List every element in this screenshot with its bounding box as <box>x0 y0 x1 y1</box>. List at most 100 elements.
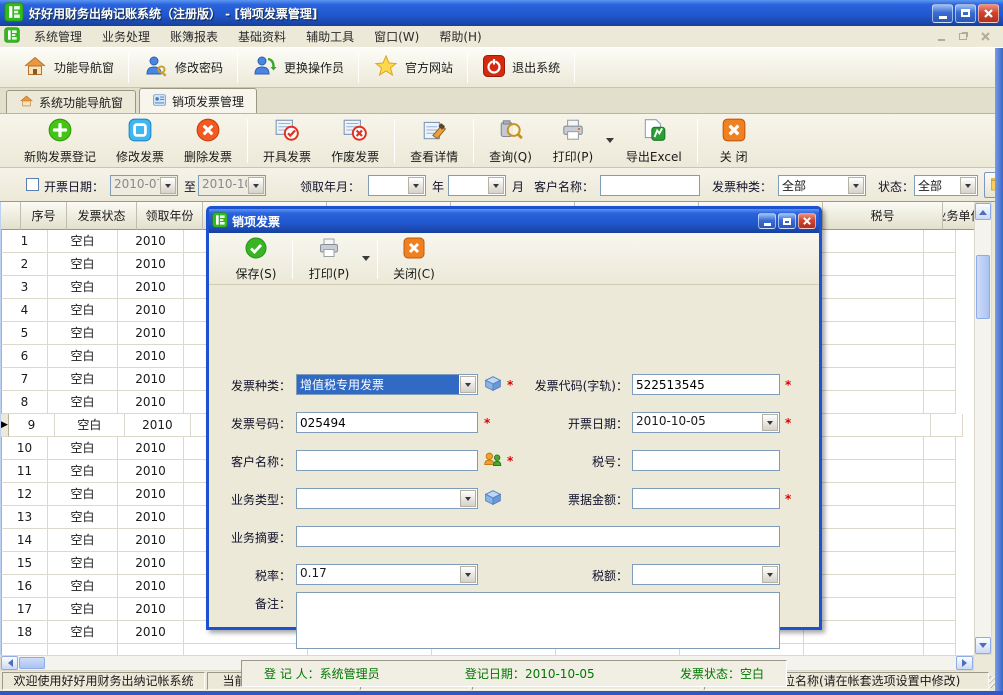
vertical-scrollbar[interactable] <box>974 202 992 655</box>
mdi-close-button[interactable] <box>977 30 993 44</box>
user-switch-icon <box>252 54 278 81</box>
date-to-select[interactable]: 2010-10-05 <box>198 175 266 196</box>
to-label: 至 <box>184 178 196 195</box>
scroll-up-button[interactable] <box>975 203 991 220</box>
month-label: 月 <box>512 178 524 195</box>
status-select[interactable]: 全部 <box>914 175 978 196</box>
year-label: 年 <box>432 178 444 195</box>
menu-base-data[interactable]: 基础资料 <box>228 26 296 48</box>
vertical-scroll-thumb[interactable] <box>976 255 990 319</box>
dialog-minimize-button[interactable] <box>758 213 776 229</box>
amount-input[interactable] <box>632 488 780 509</box>
scroll-left-button[interactable] <box>1 656 18 670</box>
switch-operator-button[interactable]: 更换操作员 <box>242 51 354 85</box>
biz-type-label: 业务类型： <box>209 491 291 508</box>
invoice-check-icon <box>273 117 301 146</box>
remark-label: 备注： <box>209 595 291 612</box>
nav-window-button[interactable]: 功能导航窗 <box>12 51 124 85</box>
window-title: 好好用财务出纳记账系统（注册版） - [销项发票管理] <box>29 5 317 22</box>
invoice-no-label: 发票号码： <box>209 415 291 432</box>
app-logo-icon <box>4 2 24 25</box>
close-orange-icon <box>402 236 426 263</box>
menu-system[interactable]: 系统管理 <box>24 26 92 48</box>
dialog-close-button[interactable] <box>798 213 816 229</box>
remark-textarea[interactable] <box>296 592 780 649</box>
menu-help[interactable]: 帮助(H) <box>429 26 491 48</box>
invoice-code-input[interactable] <box>632 374 780 395</box>
invoice-date-label: 开票日期： <box>44 178 104 195</box>
grid-header-taxno[interactable]: 税号 <box>823 202 943 230</box>
invoice-kind-select[interactable]: 全部 <box>778 175 866 196</box>
delete-circle-icon <box>195 117 221 146</box>
summary-input[interactable] <box>296 526 780 547</box>
scroll-right-button[interactable] <box>956 656 973 670</box>
horizontal-scroll-thumb[interactable] <box>19 657 45 669</box>
void-invoice-button[interactable]: 作废发票 <box>321 116 389 166</box>
menu-tools[interactable]: 辅助工具 <box>296 26 364 48</box>
export-excel-button[interactable]: 导出Excel <box>616 116 692 166</box>
status-label: 状态： <box>878 178 914 195</box>
tax-amount-select[interactable] <box>632 564 780 585</box>
status-welcome: 欢迎使用好好用财务出纳记帐系统 <box>2 672 205 690</box>
print-button[interactable]: 打印(P) <box>542 116 604 166</box>
grid-header-year[interactable]: 领取年份 <box>137 202 203 230</box>
maximize-button[interactable] <box>955 4 976 23</box>
grid-header-seq[interactable]: 序号 <box>21 202 67 230</box>
pickup-month-select[interactable] <box>448 175 506 196</box>
invoice-code-label: 发票代码(字轨)： <box>429 377 628 394</box>
excel-icon <box>641 117 667 146</box>
invoice-type-label: 发票种类： <box>209 377 291 394</box>
sales-invoice-dialog: 销项发票 保存(S) 打印(P) 关闭(C) 发票种类： 增值税专用发票 <box>206 206 822 630</box>
tab-sales-invoice[interactable]: 销项发票管理 <box>139 88 257 113</box>
window-right-frame <box>995 48 1003 691</box>
power-icon <box>482 54 506 81</box>
scroll-down-button[interactable] <box>975 637 991 654</box>
mdi-restore-button[interactable] <box>955 30 971 44</box>
issue-invoice-button[interactable]: 开具发票 <box>253 116 321 166</box>
print-dropdown-arrow[interactable] <box>604 121 616 161</box>
dialog-print-dropdown-arrow[interactable] <box>360 239 372 279</box>
invoice-doc-icon <box>152 93 167 110</box>
menu-window[interactable]: 窗口(W) <box>364 26 429 48</box>
dialog-close-toolbar-button[interactable]: 关闭(C) <box>383 235 445 283</box>
query-button[interactable]: 查询(Q) <box>479 116 542 166</box>
invoice-toolbar: 新购发票登记 修改发票 删除发票 开具发票 作废发票 查看详情 查询(Q) 打印… <box>0 114 1003 168</box>
menu-reports[interactable]: 账簿报表 <box>160 26 228 48</box>
dialog-maximize-button[interactable] <box>778 213 796 229</box>
minimize-button[interactable] <box>932 4 953 23</box>
dialog-form: 发票种类： 增值税专用发票 * 发票代码(字轨)： * 发票号码： * 开票日期… <box>209 285 819 626</box>
invoice-status-text: 发票状态：空白 <box>680 665 764 682</box>
plus-circle-icon <box>47 117 73 146</box>
tax-amount-label: 税额： <box>429 567 628 584</box>
mdi-minimize-button[interactable] <box>933 30 949 44</box>
titlebar: 好好用财务出纳记账系统（注册版） - [销项发票管理] <box>0 0 1003 26</box>
grid-header-bizunit[interactable]: 业务单位 <box>943 202 974 230</box>
change-password-button[interactable]: 修改密码 <box>133 51 233 85</box>
view-detail-button[interactable]: 查看详情 <box>400 116 468 166</box>
edit-invoice-button[interactable]: 修改发票 <box>106 116 174 166</box>
summary-label: 业务摘要： <box>209 529 291 546</box>
row-selector-cell[interactable]: ▶ <box>1 414 9 437</box>
tax-rate-label: 税率： <box>209 567 291 584</box>
close-view-button[interactable]: 关 闭 <box>703 116 765 166</box>
new-invoice-button[interactable]: 新购发票登记 <box>14 116 106 166</box>
menu-business[interactable]: 业务处理 <box>92 26 160 48</box>
official-site-button[interactable]: 官方网站 <box>363 51 463 85</box>
dialog-print-button[interactable]: 打印(P) <box>298 235 360 283</box>
close-button[interactable] <box>978 4 999 23</box>
customer-filter-input[interactable] <box>600 175 700 196</box>
dialog-title: 销项发票 <box>232 213 280 230</box>
exit-system-button[interactable]: 退出系统 <box>472 51 570 85</box>
menubar: 系统管理 业务处理 账簿报表 基础资料 辅助工具 窗口(W) 帮助(H) <box>0 26 1003 48</box>
tab-nav-window[interactable]: 系统功能导航窗 <box>6 90 136 113</box>
invoice-date-select[interactable]: 2010-10-05 <box>632 412 780 433</box>
pickup-year-select[interactable] <box>368 175 426 196</box>
dialog-toolbar: 保存(S) 打印(P) 关闭(C) <box>209 233 819 285</box>
delete-invoice-button[interactable]: 删除发票 <box>174 116 242 166</box>
menubar-logo-icon <box>4 27 20 46</box>
tax-no-input[interactable] <box>632 450 780 471</box>
grid-header-status[interactable]: 发票状态 <box>67 202 137 230</box>
invoice-date-checkbox[interactable] <box>26 178 39 191</box>
date-from-select[interactable]: 2010-07-05 <box>110 175 178 196</box>
save-button[interactable]: 保存(S) <box>225 235 287 283</box>
